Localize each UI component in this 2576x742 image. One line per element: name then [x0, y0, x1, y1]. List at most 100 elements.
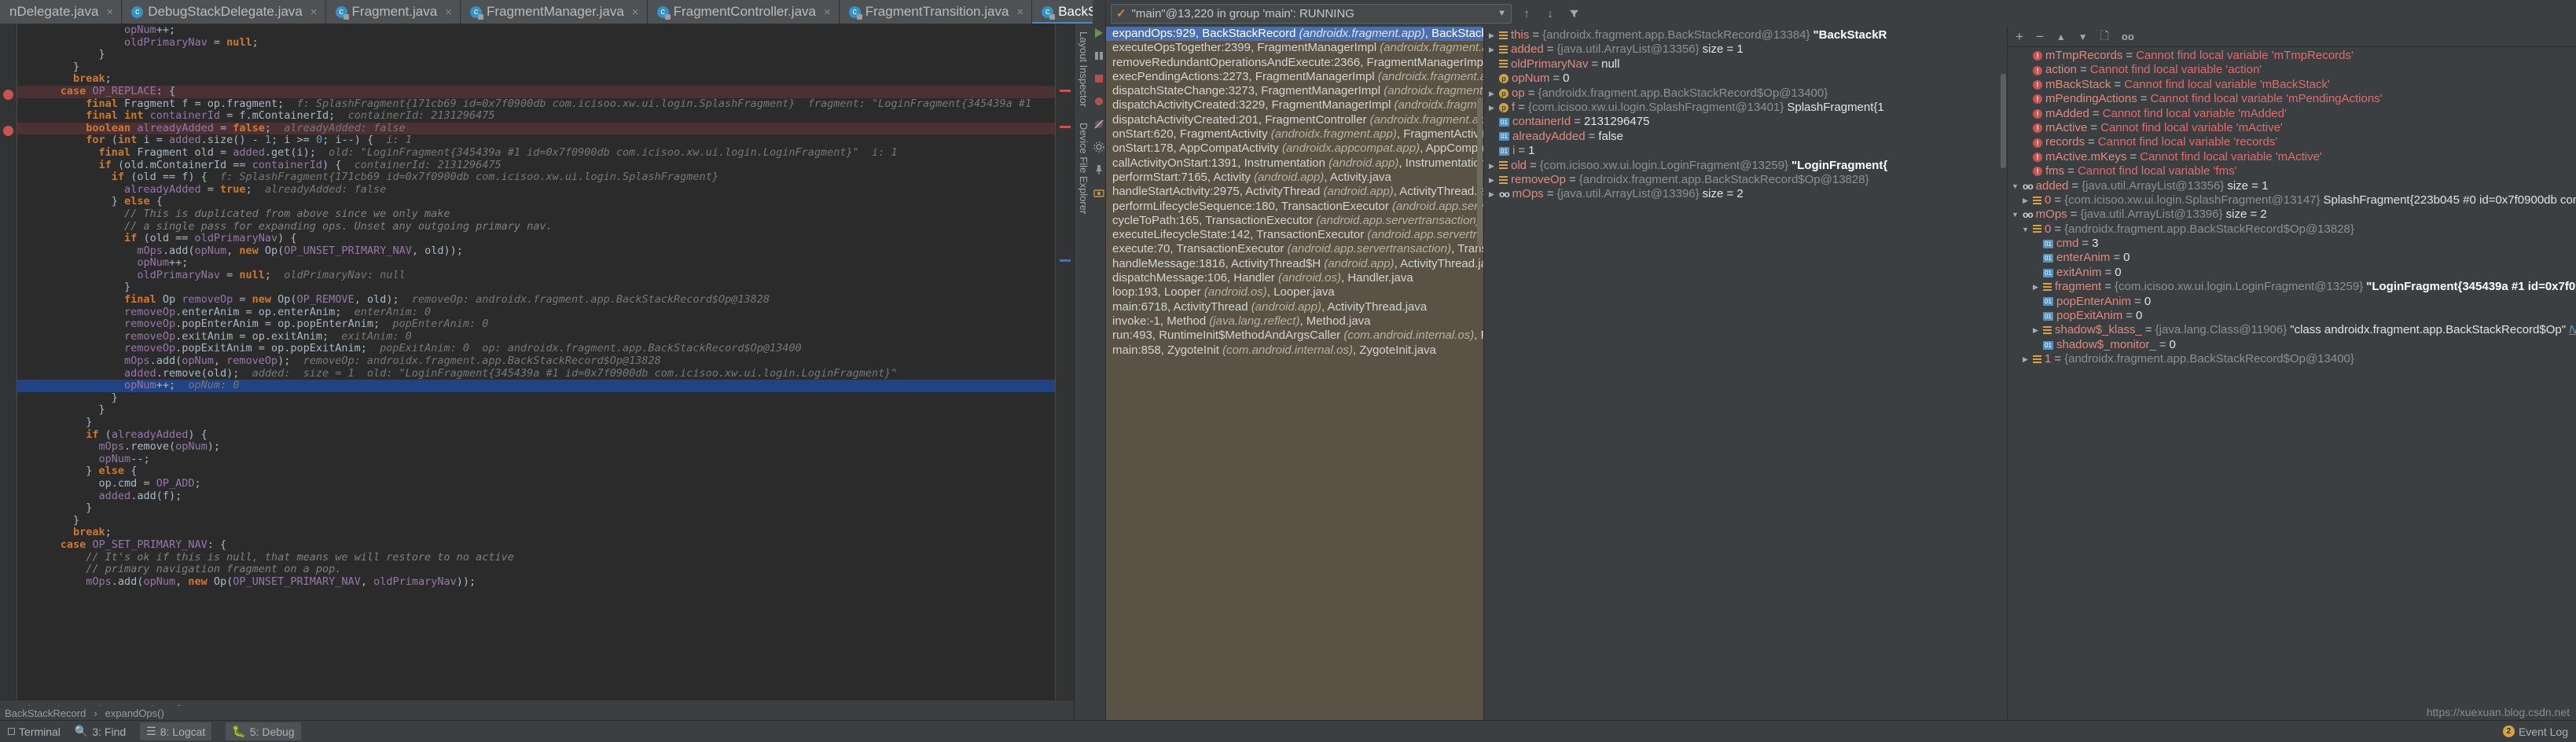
editor-tab-4[interactable]: FragmentController.java × [647, 0, 840, 24]
tree-row[interactable]: ▶01i=1 [1484, 144, 2007, 158]
chevron-right-icon[interactable]: ▶ [1487, 28, 1496, 42]
variables-list[interactable]: ▶ this = {androidx.fragment.app.BackStackRe… [1484, 27, 2007, 202]
watches-panel[interactable]: + − ▲ ▼ 🗋 oo ▶!mTmpRecords=Cannot find l… [2007, 27, 2576, 720]
tree-row[interactable]: ▶!mBackStack=Cannot find local variable … [2008, 78, 2576, 92]
code-line[interactable]: if (old == oldPrimaryNav) { [17, 232, 1055, 245]
code-line[interactable]: added.remove(old); added: size = 1 old: … [17, 367, 1055, 380]
chevron-right-icon[interactable]: ▶ [1487, 42, 1496, 57]
breakpoint-marker[interactable] [3, 126, 13, 136]
frame-row[interactable]: dispatchStateChange:3273, FragmentManage… [1106, 84, 1483, 98]
chevron-right-icon[interactable]: ▶ [2031, 280, 2040, 294]
editor-code-area[interactable]: opNum++; oldPrimaryNav = null; } } break… [17, 24, 1055, 700]
code-line[interactable]: break; [17, 527, 1055, 539]
settings-icon[interactable] [1093, 141, 1105, 153]
tree-row[interactable]: ▶!records=Cannot find local variable 're… [2008, 135, 2576, 149]
code-line[interactable]: } [17, 391, 1055, 405]
code-line[interactable]: case OP_REPLACE: { [17, 85, 1055, 98]
step-down-icon[interactable]: ↓ [1542, 5, 1559, 22]
add-watch-icon[interactable]: + [2016, 29, 2023, 45]
code-line[interactable]: final Fragment old = added.get(i); old: … [17, 146, 1055, 160]
chevron-down-icon[interactable]: ▼ [2011, 179, 2019, 193]
close-icon[interactable]: × [632, 6, 639, 18]
frame-row[interactable]: executeLifecycleState:142, TransactionEx… [1106, 228, 1483, 242]
code-line[interactable]: final Fragment f = op.fragment; f: Splas… [17, 97, 1055, 111]
tree-row[interactable]: ▼ oo added = {java.util.ArrayList@13356} size… [2008, 179, 2576, 193]
code-line[interactable]: case OP_SET_PRIMARY_NAV: { [17, 538, 1055, 552]
editor-tab-1[interactable]: DebugStackDelegate.java × [122, 0, 326, 24]
status-find[interactable]: 🔍 3: Find [75, 725, 126, 738]
chevron-right-icon[interactable]: ▶ [1487, 159, 1496, 173]
code-line[interactable]: } [17, 281, 1055, 294]
pin-icon[interactable] [1093, 163, 1105, 176]
code-line[interactable]: removeOp.exitAnim = op.exitAnim; exitAni… [17, 330, 1055, 343]
tree-row[interactable]: ▶ oldPrimaryNav=null [1484, 57, 2007, 72]
chevron-right-icon[interactable]: ▶ [1487, 86, 1496, 101]
tree-row[interactable]: ▶!mActive=Cannot find local variable 'mA… [2008, 121, 2576, 135]
tree-row[interactable]: ▶ removeOp = {androidx.fragment.app.BackSta… [1484, 173, 2007, 187]
code-line[interactable]: // This is duplicated from above since w… [17, 208, 1055, 221]
frame-row[interactable]: dispatchActivityCreated:3229, FragmentMa… [1106, 98, 1483, 112]
tree-row[interactable]: ▼ oo mOps = {java.util.ArrayList@13396} size … [2008, 208, 2576, 222]
view-breakpoints-icon[interactable] [1093, 95, 1105, 108]
tree-row[interactable]: ▶!mActive.mKeys=Cannot find local variab… [2008, 150, 2576, 164]
code-line[interactable]: oldPrimaryNav = null; [17, 36, 1055, 50]
right-tool-window-tabs[interactable]: Layout Inspector Device File Explorer [1074, 24, 1093, 720]
status-bar[interactable]: Terminal 🔍 3: Find ☰ 8: Logcat 🐛 5: Debu… [0, 720, 2576, 742]
frame-row[interactable]: performStart:7165, Activity (android.app… [1106, 171, 1483, 185]
frame-row[interactable]: removeRedundantOperationsAndExecute:2366… [1106, 56, 1483, 70]
tree-row[interactable]: ▶01exitAnim=0 [2008, 266, 2576, 280]
code-line[interactable]: mOps.add(opNum, new Op(OP_UNSET_PRIMARY_… [17, 244, 1055, 258]
thread-selector[interactable]: ✓ "main"@13,220 in group 'main': RUNNING… [1111, 3, 1512, 24]
tree-row[interactable]: ▶ added = {java.util.ArrayList@13356} size =… [1484, 42, 2007, 57]
code-line[interactable]: } else { [17, 465, 1055, 478]
editor-tab-0[interactable]: nDelegate.java × [0, 0, 123, 24]
code-line[interactable]: opNum++; [17, 24, 1055, 37]
tree-row[interactable]: ▶!mTmpRecords=Cannot find local variable… [2008, 49, 2576, 63]
frame-row[interactable]: run:493, RuntimeInit$MethodAndArgsCaller… [1106, 329, 1483, 343]
code-line[interactable]: break; [17, 73, 1055, 86]
variables-panel[interactable]: ▶ this = {androidx.fragment.app.BackStackRe… [1483, 27, 2007, 720]
code-line[interactable]: final int containerId = f.mContainerId; … [17, 109, 1055, 123]
status-event-log[interactable]: 2 Event Log [2502, 725, 2568, 738]
code-line[interactable]: alreadyAdded = true; alreadyAdded: false [17, 183, 1055, 197]
editor-marker-strip[interactable] [1055, 24, 1074, 700]
code-line[interactable]: opNum++; [17, 256, 1055, 270]
frame-row[interactable]: dispatchMessage:106, Handler (android.os… [1106, 271, 1483, 285]
variables-scrollbar-thumb[interactable] [2001, 74, 2006, 168]
tree-row[interactable]: ▶01alreadyAdded=false [1484, 130, 2007, 144]
close-icon[interactable]: × [106, 6, 113, 18]
code-line[interactable]: mOps.add(opNum, removeOp); removeOp: and… [17, 354, 1055, 368]
status-debug[interactable]: 🐛 5: Debug [226, 722, 301, 740]
pause-icon[interactable] [1093, 50, 1105, 62]
code-line[interactable]: } [17, 416, 1055, 429]
breakpoint-marker[interactable] [3, 90, 13, 100]
code-line[interactable]: mOps.remove(opNum); [17, 440, 1055, 454]
tree-row[interactable]: ▶ p op = {androidx.fragment.app.BackStackRec… [1484, 86, 2007, 101]
close-icon[interactable]: × [445, 6, 452, 18]
camera-icon[interactable] [1093, 186, 1105, 199]
tool-tab-device-file-explorer[interactable]: Device File Explorer [1075, 115, 1093, 222]
tree-row[interactable]: ▶01shadow$_monitor_=0 [2008, 338, 2576, 352]
frame-row[interactable]: onStart:620, FragmentActivity (androidx.… [1106, 127, 1483, 141]
code-line[interactable]: } [17, 404, 1055, 417]
bottom-tab-1[interactable]: expandOps() [105, 707, 164, 719]
frame-row[interactable]: handleMessage:1816, ActivityThread$H (an… [1106, 257, 1483, 271]
tree-row[interactable]: ▶01popEnterAnim=0 [2008, 295, 2576, 309]
chevron-down-icon[interactable]: ▼ [2011, 208, 2019, 222]
tree-row[interactable]: ▶01cmd=3 [2008, 237, 2576, 251]
tree-row[interactable]: ▶ 0 = {com.icisoo.xw.ui.login.SplashFragmen… [2008, 193, 2576, 208]
move-up-icon[interactable]: ▲ [2056, 31, 2066, 42]
editor-bottom-tabs[interactable]: BackStackRecord › expandOps() [0, 706, 1074, 720]
tree-row[interactable]: ▶01containerId=2131296475 [1484, 115, 2007, 129]
frame-row[interactable]: onStart:178, AppCompatActivity (androidx… [1106, 141, 1483, 156]
resume-icon[interactable] [1093, 27, 1105, 39]
collection-icon[interactable]: oo [2122, 31, 2134, 42]
frame-row[interactable]: dispatchActivityCreated:201, FragmentCon… [1106, 113, 1483, 127]
chevron-right-icon[interactable]: ▶ [2021, 352, 2030, 366]
editor-tab-2[interactable]: Fragment.java × [325, 0, 461, 24]
frame-row[interactable]: cycleToPath:165, TransactionExecutor (an… [1106, 214, 1483, 228]
filter-icon[interactable] [1565, 5, 1582, 22]
mute-breakpoints-icon[interactable] [1093, 118, 1105, 130]
code-line[interactable]: } else { [17, 196, 1055, 208]
bottom-tab-0[interactable]: BackStackRecord [5, 707, 86, 719]
